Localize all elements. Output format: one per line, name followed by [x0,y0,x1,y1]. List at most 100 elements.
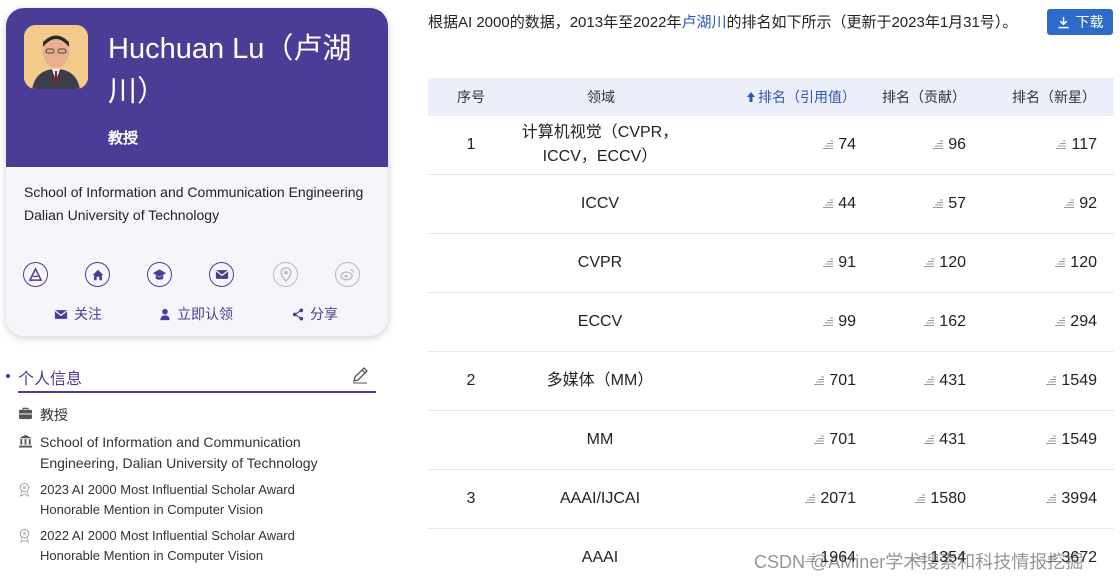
rank-icon [823,199,834,209]
profile-header: Huchuan Lu（卢湖川） 教授 [6,8,388,167]
home-icon[interactable] [85,262,110,287]
row-index [428,234,514,292]
row-index: 2 [466,372,476,389]
info-award-2022: 2022 AI 2000 Most Influential Scholar Aw… [18,526,330,566]
rank-rising-value: 3994 [1061,490,1097,507]
rank-citation-value: 74 [838,136,856,153]
rank-icon [924,317,935,327]
row-field: AAAI/IJCAI [559,490,641,507]
rank-citation-value: 91 [838,254,856,271]
rank-icon [814,435,825,445]
download-button[interactable]: 下载 [1047,9,1113,35]
row-field: MM [586,431,614,448]
rank-citation-value: 701 [829,431,856,448]
rank-citation-value: 44 [838,195,856,212]
rank-contribution-value: 431 [939,431,966,448]
sort-up-icon [747,92,755,102]
rank-icon [924,258,935,268]
rank-citation-value: 99 [838,313,856,330]
aminer-icon[interactable] [23,262,48,287]
row-rank-rising: 92 [966,175,1097,233]
table-row: 3 AAAI/IJCAI 2071 1580 3994 [428,470,1114,529]
row-rank-contribution: 96 [856,116,966,174]
award-icon [18,480,40,502]
row-rank-citation: 74 [728,116,856,174]
rank-icon [1046,435,1057,445]
info-award-2023: 2023 AI 2000 Most Influential Scholar Aw… [18,480,330,520]
claim-button[interactable]: 立即认领 [159,304,233,324]
follow-button[interactable]: 关注 [54,304,102,324]
share-button[interactable]: 分享 [292,304,338,324]
position-text: 教授 [40,407,68,423]
location-icon[interactable] [273,262,298,287]
row-field: ECCV [577,313,623,330]
table-row: CVPR 91 120 120 [428,234,1114,293]
rank-icon [823,317,834,327]
row-field: ICCV [580,195,620,212]
rank-rising-value: 1549 [1061,431,1097,448]
rank-rising-value: 117 [1071,136,1097,153]
rank-icon [805,494,816,504]
rank-icon [924,435,935,445]
rank-citation-value: 701 [829,372,856,389]
affiliation-department: School of Information and Communication … [24,184,364,200]
row-rank-contribution: 162 [856,293,966,351]
avatar[interactable] [24,25,88,89]
rank-rising-value: 120 [1070,254,1097,271]
col-rank-citation[interactable]: 排名（引用值） [746,78,856,116]
row-rank-citation: 701 [728,352,856,410]
row-rank-citation: 44 [728,175,856,233]
row-field: AAAI [581,549,619,566]
table-row: ICCV 44 57 92 [428,175,1114,234]
row-rank-rising: 117 [966,116,1097,174]
col-rank-rising[interactable]: 排名（新星） [1012,78,1096,116]
share-label: 分享 [310,306,338,322]
row-rank-contribution: 120 [856,234,966,292]
rank-icon [823,258,834,268]
table-row: MM 701 431 1549 [428,411,1114,470]
user-icon [160,308,170,320]
weibo-icon[interactable] [335,262,360,287]
rank-icon [1055,258,1066,268]
row-index [428,411,514,469]
email-icon[interactable] [209,262,234,287]
ranking-intro: 根据AI 2000的数据，2013年至2022年卢湖川的排名如下所示（更新于20… [428,10,1038,35]
row-rank-rising: 3994 [966,470,1097,528]
rank-icon [814,376,825,386]
row-field: CVPR [577,254,623,271]
rank-contribution-value: 57 [948,195,966,212]
scholar-name-link[interactable]: 卢湖川 [681,14,726,31]
rank-icon [924,376,935,386]
pencil-icon[interactable] [351,366,369,389]
col-index: 序号 [457,89,485,105]
briefcase-icon [18,405,40,425]
rank-icon [933,199,944,209]
rank-icon [823,140,834,150]
row-index [428,293,514,351]
award-icon [18,526,40,548]
table-row: 2 多媒体（MM） 701 431 1549 [428,352,1114,411]
download-icon [1057,16,1069,28]
award-text-2022: 2022 AI 2000 Most Influential Scholar Aw… [40,528,295,563]
row-index [428,529,514,578]
row-field: 计算机视觉（CVPR，ICCV，ECCV） [521,124,679,165]
col-rank-contribution[interactable]: 排名（贡献） [882,78,966,116]
row-index: 3 [466,490,476,507]
rank-icon [1046,376,1057,386]
download-label: 下载 [1075,14,1104,30]
row-rank-contribution: 57 [856,175,966,233]
row-rank-citation: 99 [728,293,856,351]
row-rank-rising: 294 [966,293,1097,351]
row-rank-citation: 701 [728,411,856,469]
profile-links [23,262,373,288]
rank-icon [933,140,944,150]
rank-rising-value: 294 [1070,313,1097,330]
section-bullet [6,374,10,378]
rank-rising-value: 92 [1079,195,1097,212]
scholar-icon[interactable] [147,262,172,287]
row-rank-contribution: 431 [856,411,966,469]
follow-label: 关注 [74,306,102,322]
col-rank-citation-label: 排名（引用值） [758,89,856,105]
profile-actions: 关注 立即认领 分享 [6,304,388,326]
rank-contribution-value: 96 [948,136,966,153]
